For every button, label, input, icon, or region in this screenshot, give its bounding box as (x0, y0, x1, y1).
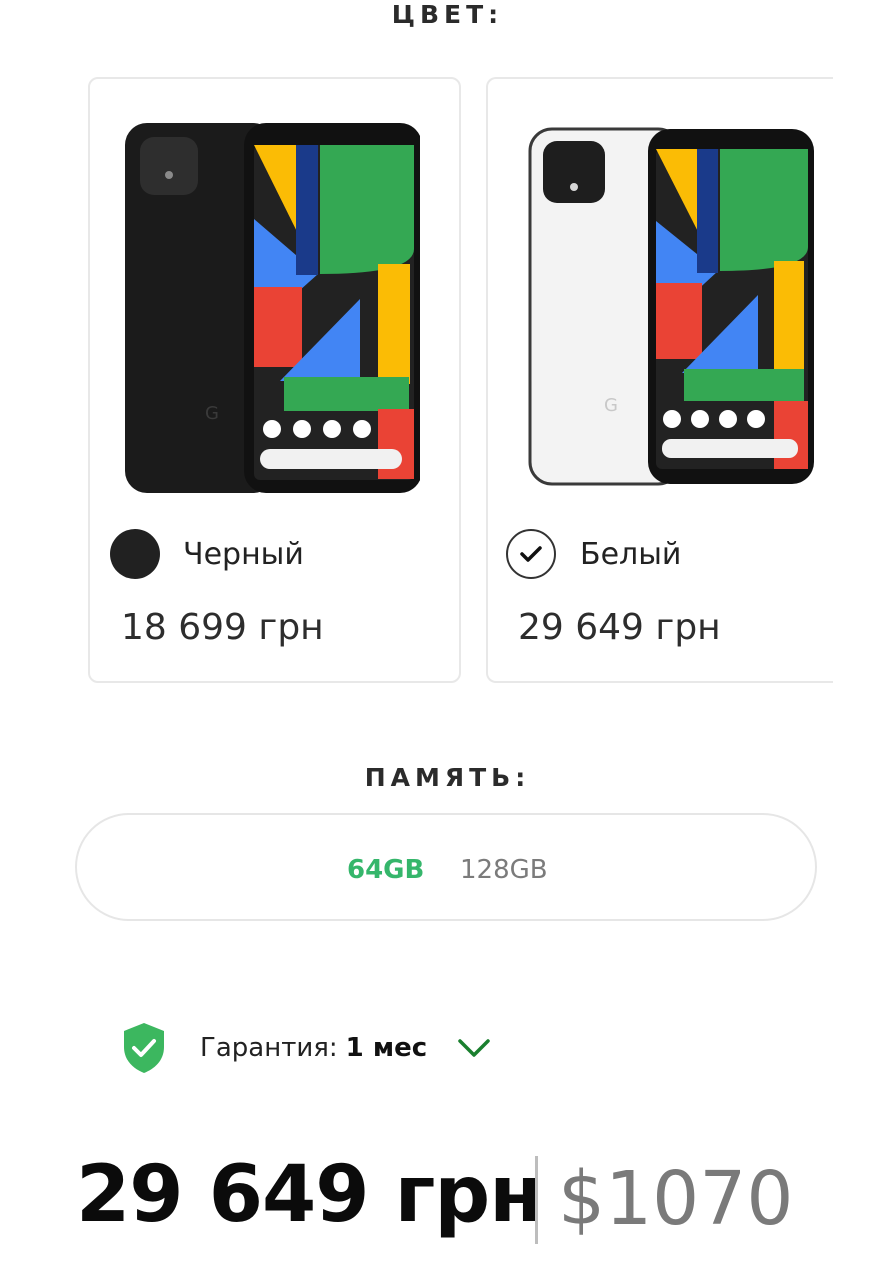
color-option-white[interactable]: G Белый 29 649 грн (486, 77, 833, 683)
warranty-value: 1 мес (345, 1033, 428, 1063)
color-name-white: Белый (580, 537, 682, 572)
main-price: 29 649 грн (76, 1150, 543, 1240)
phone-white-image: G (528, 127, 814, 486)
svg-text:G: G (604, 395, 618, 416)
memory-section-title: ПАМЯТЬ: (364, 763, 531, 792)
color-section-title: ЦВЕТ: (391, 0, 504, 29)
color-swatch-white[interactable] (506, 529, 556, 579)
usd-price: $1070 (558, 1156, 794, 1242)
color-price-black: 18 699 грн (121, 607, 324, 648)
color-option-black[interactable]: G Черный 18 699 грн (88, 77, 461, 683)
chevron-down-icon[interactable] (457, 1037, 491, 1059)
memory-option-64gb[interactable]: 64GB (347, 855, 424, 885)
shield-check-icon (124, 1023, 164, 1073)
price-divider (535, 1156, 538, 1244)
memory-selector: 64GB 128GB (75, 813, 817, 921)
color-swatch-black[interactable] (110, 529, 160, 579)
memory-option-128gb[interactable]: 128GB (460, 855, 548, 885)
color-name-black: Черный (183, 537, 304, 572)
phone-black-image: G (125, 123, 420, 493)
svg-text:G: G (205, 403, 219, 424)
checkmark-icon (520, 546, 542, 562)
color-price-white: 29 649 грн (518, 607, 721, 648)
warranty-label: Гарантия: (200, 1033, 338, 1063)
warranty-dropdown[interactable]: Гарантия: 1 мес (120, 1020, 491, 1076)
